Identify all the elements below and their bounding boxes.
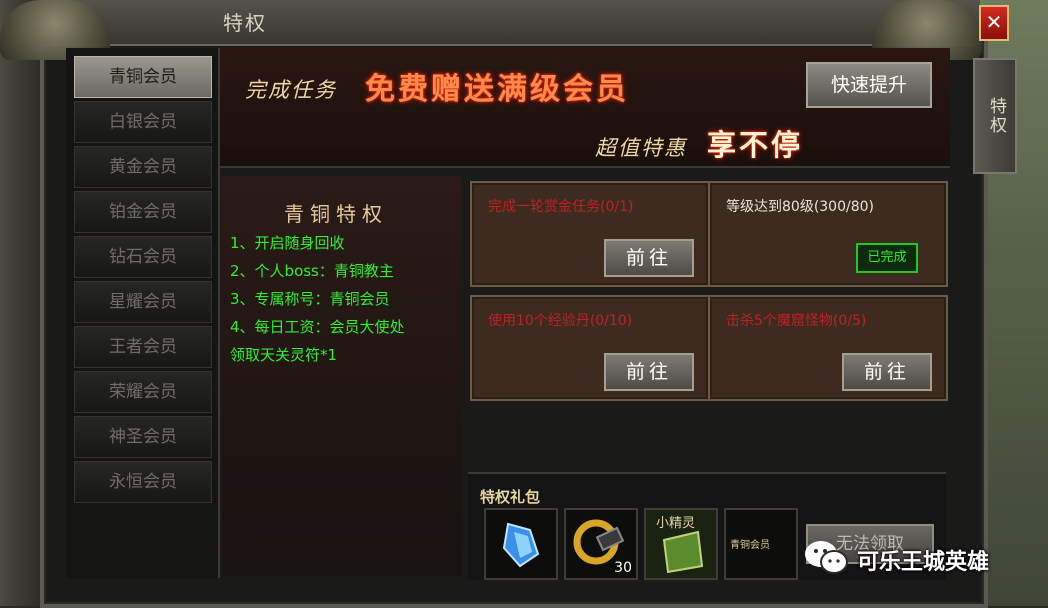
go-button[interactable]: 前往 bbox=[842, 353, 932, 391]
task-text: 击杀5个魔窟怪物(0/5) bbox=[726, 313, 867, 329]
task-card: 等级达到80级(300/80) 已完成 bbox=[708, 181, 948, 287]
window-title: 特权 bbox=[223, 11, 267, 35]
tab-king[interactable]: 王者会员 bbox=[74, 326, 212, 368]
quick-upgrade-button[interactable]: 快速提升 bbox=[806, 62, 932, 108]
tab-glory[interactable]: 荣耀会员 bbox=[74, 371, 212, 413]
go-button[interactable]: 前往 bbox=[604, 353, 694, 391]
banner-line1-prefix: 完成任务 bbox=[245, 78, 337, 102]
privilege-title: 青铜特权 bbox=[284, 202, 388, 226]
tab-star[interactable]: 星耀会员 bbox=[74, 281, 212, 323]
item-caption: 小精灵 bbox=[656, 516, 696, 531]
gift-slot[interactable]: 青铜会员 bbox=[724, 508, 798, 580]
gift-slot[interactable]: 30 bbox=[564, 508, 638, 580]
privilege-item: 4、每日工资：会员大使处 bbox=[230, 318, 405, 336]
task-card: 完成一轮赏金任务(0/1) 前往 bbox=[470, 181, 710, 287]
tab-holy[interactable]: 神圣会员 bbox=[74, 416, 212, 458]
task-text: 等级达到80级(300/80) bbox=[726, 199, 874, 215]
item-caption: 青铜会员 bbox=[730, 540, 770, 551]
task-text: 完成一轮赏金任务(0/1) bbox=[488, 199, 634, 215]
banner-line1-highlight: 免费赠送满级会员 bbox=[365, 72, 629, 107]
item-count: 30 bbox=[614, 560, 632, 576]
task-text: 使用10个经验丹(0/10) bbox=[488, 313, 633, 329]
privilege-panel: 青铜特权 1、开启随身回收 2、个人boss：青铜教主 3、专属称号：青铜会员 … bbox=[222, 176, 462, 576]
privilege-item: 1、开启随身回收 bbox=[230, 234, 345, 252]
completed-badge: 已完成 bbox=[856, 243, 918, 273]
privilege-item: 3、专属称号：青铜会员 bbox=[230, 290, 390, 308]
tab-bronze[interactable]: 青铜会员 bbox=[74, 56, 212, 98]
title-bar: 特权 bbox=[40, 0, 980, 46]
tab-platinum[interactable]: 铂金会员 bbox=[74, 191, 212, 233]
close-button[interactable]: ✕ bbox=[979, 5, 1009, 41]
wechat-icon bbox=[805, 541, 848, 574]
go-button[interactable]: 前往 bbox=[604, 239, 694, 277]
task-card: 击杀5个魔窟怪物(0/5) 前往 bbox=[708, 295, 948, 401]
banner-line2-prefix: 超值特惠 bbox=[595, 136, 687, 160]
task-card: 使用10个经验丹(0/10) 前往 bbox=[470, 295, 710, 401]
blue-crystal-icon bbox=[502, 522, 540, 568]
tier-sidebar: 青铜会员 白银会员 黄金会员 铂金会员 钻石会员 星耀会员 王者会员 荣耀会员 … bbox=[66, 48, 220, 578]
banner-line2-highlight: 享不停 bbox=[707, 128, 804, 162]
privilege-item: 领取天关灵符*1 bbox=[230, 346, 338, 364]
tab-privilege-side[interactable]: 特权 bbox=[973, 58, 1017, 174]
tab-gold[interactable]: 黄金会员 bbox=[74, 146, 212, 188]
watermark-text: 可乐王城英雄 bbox=[857, 550, 990, 575]
gift-slot[interactable]: 小精灵 bbox=[644, 508, 718, 580]
tab-silver[interactable]: 白银会员 bbox=[74, 101, 212, 143]
tab-diamond[interactable]: 钻石会员 bbox=[74, 236, 212, 278]
tab-eternal[interactable]: 永恒会员 bbox=[74, 461, 212, 503]
watermark: 可乐王城英雄 bbox=[803, 532, 1023, 582]
privilege-item: 2、个人boss：青铜教主 bbox=[230, 262, 394, 280]
gift-pack-label: 特权礼包 bbox=[480, 488, 541, 506]
promo-banner: 完成任务 免费赠送满级会员 超值特惠 享不停 快速提升 bbox=[220, 48, 950, 168]
gift-slot[interactable] bbox=[484, 508, 558, 580]
